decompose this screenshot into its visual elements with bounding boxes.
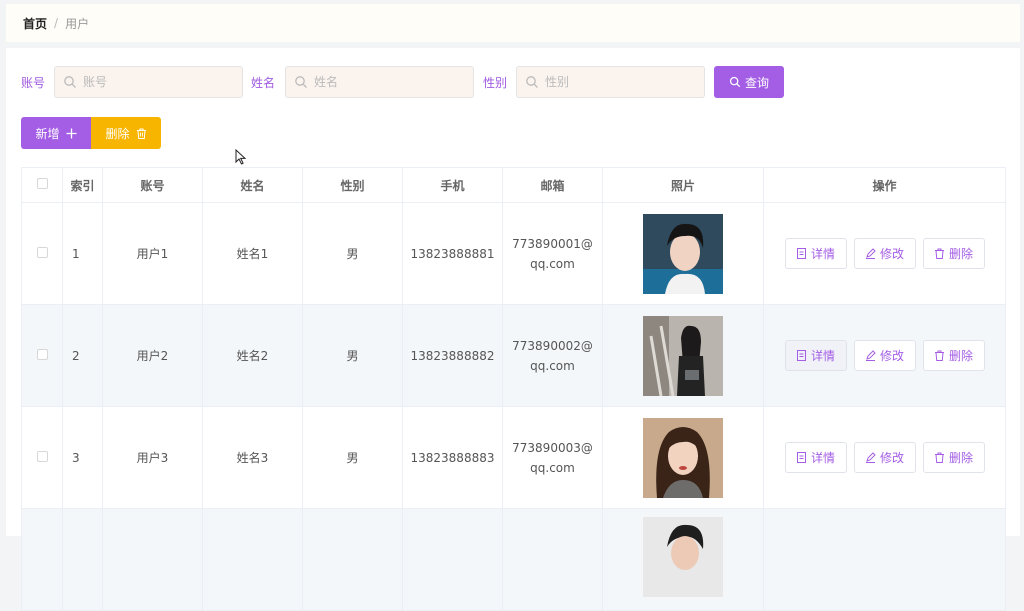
detail-button-label: 详情 [810,451,835,465]
user-table: 索引 账号 姓名 性别 手机 邮箱 照片 操作 1 用户1 姓名1 男 1382… [21,167,1006,611]
detail-button[interactable]: 详情 [784,340,847,371]
account-input[interactable] [81,74,225,90]
email-cell: 773890002@qq.com [512,338,593,373]
add-button[interactable]: 新增 [21,117,91,149]
row-checkbox[interactable] [36,450,48,462]
index-cell: 3 [62,406,103,509]
column-header: 照片 [602,167,764,203]
edit-button-label: 修改 [879,247,904,261]
edit-icon [865,452,876,463]
mouse-cursor-icon [235,149,247,165]
edit-button[interactable]: 修改 [853,442,916,473]
column-header: 邮箱 [502,167,603,203]
name-input[interactable] [312,74,456,90]
edit-button-label: 修改 [879,451,904,465]
gender-search-field[interactable] [516,66,705,98]
phone-cell: 13823888883 [402,406,503,509]
name-label: 姓名 [251,76,276,90]
phone-cell: 13823888881 [402,202,503,305]
user-photo [643,417,723,498]
edit-button[interactable]: 修改 [853,340,916,371]
table-row: 3 用户3 姓名3 男 13823888883 773890003@qq.com [21,406,1006,509]
breadcrumb-separator: / [54,16,59,30]
search-icon [64,76,76,88]
document-icon [796,350,806,361]
detail-button[interactable]: 详情 [784,442,847,473]
search-icon [526,76,538,88]
edit-icon [865,248,876,259]
gender-label: 性别 [483,76,508,90]
table-row: 2 用户2 姓名2 男 13823888882 773890002@qq.com [21,304,1006,407]
row-checkbox[interactable] [36,246,48,258]
select-all-cell[interactable] [21,167,63,203]
name-search-field[interactable] [285,66,474,98]
batch-delete-button[interactable]: 删除 [91,117,161,149]
account-search-field[interactable] [54,66,243,98]
detail-button-label: 详情 [810,349,835,363]
search-icon [729,76,741,88]
gender-input[interactable] [543,74,687,90]
delete-button[interactable]: 删除 [922,442,985,473]
delete-button-label: 删除 [948,451,973,465]
row-checkbox[interactable] [36,348,48,360]
index-cell: 1 [62,202,103,305]
delete-button[interactable]: 删除 [922,238,985,269]
column-header: 账号 [102,167,203,203]
trash-icon [934,350,944,361]
column-header: 性别 [302,167,403,203]
trash-icon [934,248,944,259]
account-label: 账号 [21,76,46,90]
add-button-label: 新增 [35,126,60,141]
edit-button[interactable]: 修改 [853,238,916,269]
name-cell: 姓名3 [202,406,303,509]
user-photo [643,517,723,597]
index-cell: 2 [62,304,103,407]
gender-cell: 男 [302,304,403,407]
breadcrumb: 首页 / 用户 [6,4,1020,42]
delete-button-label: 删除 [948,349,973,363]
table-header-row: 索引 账号 姓名 性别 手机 邮箱 照片 操作 [21,167,1006,203]
gender-cell: 男 [302,406,403,509]
table-row [21,508,1006,611]
detail-button-label: 详情 [810,247,835,261]
name-cell: 姓名2 [202,304,303,407]
trash-icon [136,128,146,139]
user-photo [643,213,723,294]
delete-button-label: 删除 [948,247,973,261]
user-photo [643,315,723,396]
breadcrumb-home[interactable]: 首页 [23,15,47,32]
phone-cell: 13823888882 [402,304,503,407]
plus-icon [66,128,76,138]
account-cell: 用户3 [102,406,203,509]
account-cell: 用户1 [102,202,203,305]
email-cell: 773890001@qq.com [512,236,593,271]
edit-icon [865,350,876,361]
email-cell: 773890003@qq.com [512,440,593,475]
main-panel: 账号 姓名 性别 查询 新增 删除 [6,48,1020,611]
gender-cell: 男 [302,202,403,305]
query-button[interactable]: 查询 [714,66,784,98]
batch-delete-button-label: 删除 [105,126,130,141]
name-cell: 姓名1 [202,202,303,305]
search-bar: 账号 姓名 性别 查询 [6,66,1020,100]
trash-icon [934,452,944,463]
detail-button[interactable]: 详情 [784,238,847,269]
document-icon [796,248,806,259]
column-header: 手机 [402,167,503,203]
column-header: 姓名 [202,167,303,203]
search-icon [295,76,307,88]
select-all-checkbox[interactable] [36,178,48,189]
breadcrumb-current: 用户 [65,16,90,31]
document-icon [796,452,806,463]
account-cell: 用户2 [102,304,203,407]
delete-button[interactable]: 删除 [922,340,985,371]
column-header: 索引 [62,167,103,203]
edit-button-label: 修改 [879,349,904,363]
column-header: 操作 [763,167,1006,203]
query-button-label: 查询 [744,75,769,90]
table-row: 1 用户1 姓名1 男 13823888881 773890001@qq.com [21,202,1006,305]
